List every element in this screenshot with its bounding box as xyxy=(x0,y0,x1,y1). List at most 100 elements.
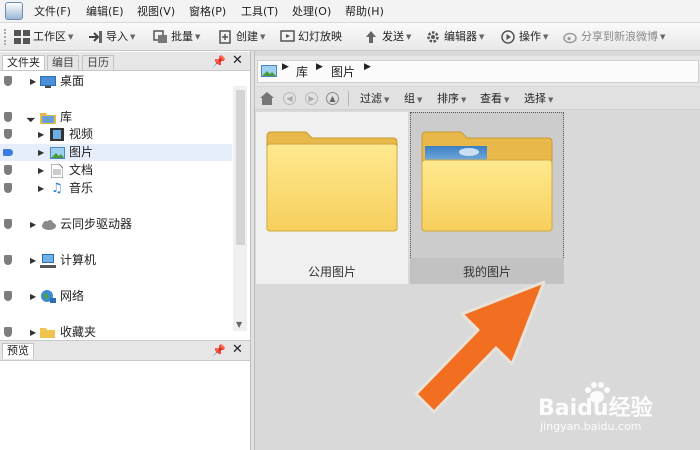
expand-caret-icon[interactable]: ▶ xyxy=(30,324,36,338)
desktop-icon xyxy=(40,76,56,88)
address-bar[interactable]: ▶ 库 ▶ 图片 ▶ xyxy=(257,60,699,83)
select-menu[interactable]: 选择 ▼ xyxy=(524,91,553,106)
import-label: 导入 xyxy=(106,30,128,43)
import-icon xyxy=(89,31,102,43)
music-note-icon: ♫ xyxy=(51,181,63,196)
expand-caret-icon[interactable]: ▶ xyxy=(30,288,36,305)
group-menu[interactable]: 组 ▼ xyxy=(404,91,422,106)
expand-caret-icon[interactable]: ▶ xyxy=(38,126,44,143)
filter-menu[interactable]: 过滤 ▼ xyxy=(360,91,389,106)
menu-pane[interactable]: 窗格(P) xyxy=(189,4,226,19)
breadcrumb-pictures[interactable]: 图片 xyxy=(331,63,355,80)
chevron-down-icon: ▼ xyxy=(406,33,412,41)
close-icon[interactable]: ✕ xyxy=(232,53,243,68)
expand-caret-icon[interactable]: ▶ xyxy=(38,180,44,197)
workspace-icon xyxy=(14,30,30,44)
breadcrumb-separator-icon[interactable]: ▶ xyxy=(364,62,371,72)
menu-process[interactable]: 处理(O) xyxy=(292,4,331,19)
breadcrumb-library[interactable]: 库 xyxy=(296,63,308,80)
send-label: 发送 xyxy=(382,30,404,43)
tree-item-favorites[interactable]: ▶ 收藏夹 xyxy=(0,324,232,338)
tree-item-cloud-drive[interactable]: ▶ 云同步驱动器 xyxy=(0,216,232,233)
weibo-icon xyxy=(563,32,577,44)
create-label: 创建 xyxy=(236,30,258,43)
gear-icon xyxy=(427,31,439,43)
tab-catalog[interactable]: 编目 xyxy=(47,55,79,70)
chevron-down-icon: ▼ xyxy=(130,33,136,41)
view-menu[interactable]: 查看 ▼ xyxy=(480,91,509,106)
tree-item-music[interactable]: ▶ ♫ 音乐 xyxy=(0,180,232,197)
create-button[interactable]: 创建 ▼ xyxy=(218,28,265,46)
send-button[interactable]: 发送 ▼ xyxy=(364,28,411,46)
watermark-url: jingyan.baidu.com xyxy=(540,420,642,433)
chevron-down-icon: ▼ xyxy=(260,33,266,41)
tree-item-computer[interactable]: ▶ 计算机 xyxy=(0,252,232,269)
tree-scrollbar-thumb[interactable] xyxy=(236,90,245,245)
forward-arrow-icon[interactable]: ▶ xyxy=(305,92,318,105)
actions-button[interactable]: 操作 ▼ xyxy=(501,28,548,46)
expand-caret-icon[interactable]: ▶ xyxy=(30,252,36,269)
slideshow-icon xyxy=(280,30,295,42)
menu-file[interactable]: 文件(F) xyxy=(34,4,71,19)
tree-marker-icon xyxy=(3,149,13,156)
tree-label: 图片 xyxy=(69,145,94,159)
tree-item-videos[interactable]: ▶ 视频 xyxy=(0,126,232,143)
expand-caret-icon[interactable]: ▶ xyxy=(30,216,36,233)
tab-calendar[interactable]: 日历 xyxy=(82,55,114,70)
collapse-caret-icon[interactable]: ◢ xyxy=(23,109,39,125)
folder-public-pictures[interactable]: 公用图片 xyxy=(256,112,408,284)
share-weibo-button[interactable]: 分享到新浪微博 ▼ xyxy=(563,28,665,46)
folder-icon xyxy=(266,131,398,232)
menu-help[interactable]: 帮助(H) xyxy=(345,4,384,19)
back-arrow-icon[interactable]: ◀ xyxy=(283,92,296,105)
chevron-down-icon: ▼ xyxy=(68,33,74,41)
tab-folders[interactable]: 文件夹 xyxy=(2,55,45,70)
actions-label: 操作 xyxy=(519,30,541,43)
tree-item-network[interactable]: ▶ 网络 xyxy=(0,288,232,305)
workspace-button[interactable]: 工作区 ▼ xyxy=(14,28,73,46)
scroll-down-arrow-icon[interactable]: ▼ xyxy=(236,320,242,329)
expand-caret-icon[interactable]: ▶ xyxy=(30,73,36,90)
tree-marker-icon xyxy=(4,165,12,175)
expand-caret-icon[interactable]: ▶ xyxy=(38,144,44,161)
up-arrow-icon[interactable]: ▲ xyxy=(326,92,339,105)
chevron-down-icon: ▼ xyxy=(504,96,510,104)
command-bar xyxy=(255,87,700,110)
slideshow-button[interactable]: 幻灯放映 xyxy=(280,28,342,46)
app-logo-icon[interactable] xyxy=(5,2,23,20)
slideshow-label: 幻灯放映 xyxy=(298,30,342,43)
home-icon[interactable] xyxy=(260,92,274,105)
picture-icon xyxy=(50,147,65,159)
close-icon[interactable]: ✕ xyxy=(232,342,243,357)
expand-caret-icon[interactable]: ▶ xyxy=(38,162,44,179)
tree-item-documents[interactable]: ▶ 文档 xyxy=(0,162,232,179)
breadcrumb-separator-icon[interactable]: ▶ xyxy=(316,62,323,72)
breadcrumb-separator-icon[interactable]: ▶ xyxy=(282,62,289,72)
tree-marker-icon xyxy=(4,219,12,229)
editor-button[interactable]: 编辑器 ▼ xyxy=(426,28,484,46)
batch-button[interactable]: 批量 ▼ xyxy=(153,28,200,46)
menu-view[interactable]: 视图(V) xyxy=(137,4,175,19)
pin-icon[interactable]: 📌 xyxy=(212,55,226,68)
tree-item-pictures[interactable]: ▶ 图片 xyxy=(0,144,232,161)
folder-my-pictures[interactable]: 我的图片 xyxy=(410,112,564,284)
annotation-arrow-icon xyxy=(414,280,546,414)
tree-marker-icon xyxy=(4,129,12,139)
group-label: 组 xyxy=(404,92,415,105)
chevron-down-icon: ▼ xyxy=(461,96,467,104)
workspace-label: 工作区 xyxy=(33,30,66,43)
tree-item-desktop[interactable]: ▶ 桌面 xyxy=(0,73,232,90)
import-button[interactable]: 导入 ▼ xyxy=(88,28,135,46)
menu-tools[interactable]: 工具(T) xyxy=(241,4,278,19)
folder-icon xyxy=(421,131,553,232)
chevron-down-icon: ▼ xyxy=(479,33,485,41)
tree-marker-icon xyxy=(4,255,12,265)
tree-item-library[interactable]: ◢ 库 xyxy=(0,109,232,126)
tab-preview[interactable]: 预览 xyxy=(2,343,34,359)
sort-menu[interactable]: 排序 ▼ xyxy=(437,91,466,106)
chevron-down-icon: ▼ xyxy=(548,96,554,104)
tree-label: 音乐 xyxy=(69,181,94,195)
tree-label: 文档 xyxy=(69,163,94,177)
pin-icon[interactable]: 📌 xyxy=(212,344,226,357)
menu-edit[interactable]: 编辑(E) xyxy=(86,4,124,19)
